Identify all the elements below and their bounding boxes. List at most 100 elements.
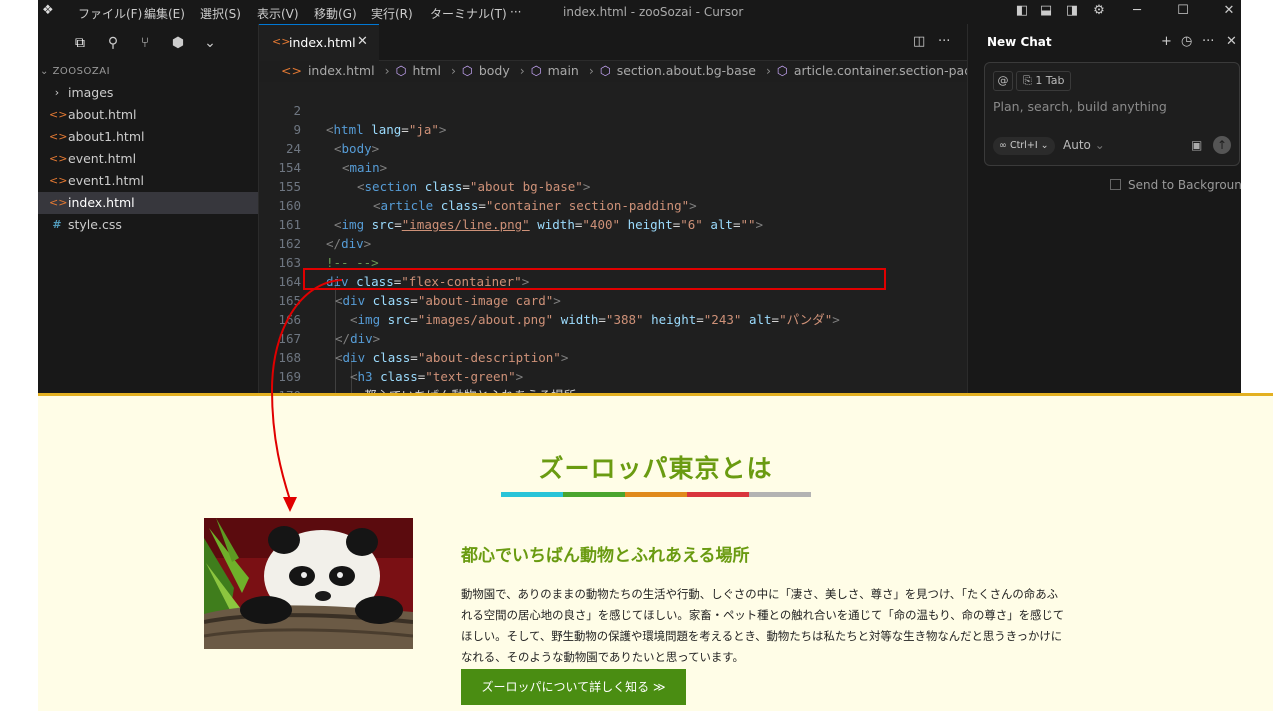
chat-header: New Chat + ◷ ··· ✕ — [968, 24, 1241, 60]
more-actions-icon[interactable]: ··· — [1202, 34, 1214, 49]
send-to-background-checkbox[interactable]: Send to Background — [1110, 178, 1241, 192]
code-line: 166 </div> — [278, 312, 381, 346]
more-actions-icon[interactable]: ··· — [938, 34, 950, 49]
menu-terminal[interactable]: ターミナル(T) — [430, 5, 507, 22]
description-line: なれる、そのような動物園でありたいと思っています。 — [461, 650, 744, 664]
breadcrumb: <> index.html › ⬡ html › ⬡ body › ⬡ main… — [259, 60, 967, 82]
html-file-icon: <> — [49, 196, 68, 209]
breadcrumb-item[interactable]: body — [479, 63, 510, 78]
explorer-root-folder[interactable]: ⌄ ZOOSOZAI — [40, 66, 110, 77]
toggle-panel-icon[interactable]: ⬓ — [1038, 3, 1054, 19]
history-icon[interactable]: ◷ — [1181, 34, 1192, 49]
minimize-icon[interactable]: ─ — [1129, 3, 1145, 19]
chevron-right-icon: › — [588, 63, 594, 78]
description-line: ほしい。そして、野生動物の保護や環境問題を考えるとき、動物たちは私たちと対等な生… — [461, 629, 1063, 643]
breadcrumb-item[interactable]: article.container.section-padding — [794, 63, 967, 78]
html-file-icon: <> — [49, 152, 68, 165]
title-bar: ❖ ファイル(F) 編集(E) 選択(S) 表示(V) 移動(G) 実行(R) … — [38, 0, 1241, 24]
element-cube-icon: ⬡ — [599, 63, 611, 78]
maximize-icon[interactable]: ☐ — [1175, 3, 1191, 19]
send-arrow-icon[interactable]: ↑ — [1213, 136, 1231, 154]
html-file-icon: <> — [49, 108, 68, 121]
menu-edit[interactable]: 編集(E) — [144, 5, 185, 22]
menu-view[interactable]: 表示(V) — [257, 5, 299, 22]
chevron-right-icon: › — [450, 63, 456, 78]
chevron-right-icon: › — [54, 86, 60, 99]
chevron-right-icon: › — [519, 63, 525, 78]
toggle-secondary-sidebar-icon[interactable]: ◨ — [1064, 3, 1080, 19]
rendered-webpage: ズーロッパ東京とは 都心でいちばん動物とふれあえる場所 動物園で、ありのままの動… — [38, 393, 1273, 711]
breadcrumb-item[interactable]: html — [412, 63, 440, 78]
tree-file-style-css[interactable]: # style.css — [38, 214, 258, 236]
source-control-icon[interactable]: ⑂ — [136, 34, 154, 52]
code-line: 167 <div class="about-description"> — [278, 331, 569, 365]
page-title: ズーロッパ東京とは — [538, 454, 773, 483]
chat-input[interactable]: Plan, search, build anything — [993, 99, 1229, 114]
code-line: 169 都心でいちばん動物とふれあえる場所 — [278, 369, 576, 395]
description-line: 動物園で、ありのままの動物たちの生活や行動、しぐさの中に「凄さ、美しさ、尊さ」を… — [461, 587, 1058, 601]
title-underline-segment — [625, 492, 687, 497]
menu-go[interactable]: 移動(G) — [314, 5, 357, 22]
chevron-right-icon: › — [765, 63, 771, 78]
title-underline-segment — [501, 492, 563, 497]
breadcrumb-item[interactable]: section.about.bg-base — [617, 63, 756, 78]
html-file-icon: <> — [49, 130, 68, 143]
tree-folder-images[interactable]: › images — [38, 82, 258, 104]
menu-file[interactable]: ファイル(F) — [78, 5, 142, 22]
description-paragraph: 動物園で、ありのままの動物たちの生活や行動、しぐさの中に「凄さ、美しさ、尊さ」を… — [461, 584, 1121, 668]
html-file-icon: <> — [49, 174, 68, 187]
context-tab-chip[interactable]: ⎘ 1 Tab — [1016, 71, 1072, 91]
css-file-icon: # — [52, 218, 62, 231]
code-line: 154 <section class="about bg-base"> — [278, 160, 591, 194]
description-line: れる空間の居心地の良さ」を感じてほしい。家畜・ペット種との触れ合いを通じて「命の… — [461, 608, 1065, 622]
extensions-icon[interactable]: ⬢ — [169, 34, 187, 52]
infinity-icon: ∞ — [999, 140, 1007, 151]
code-line: 2 <html lang="ja"> — [293, 103, 447, 137]
close-window-icon[interactable]: ✕ — [1221, 3, 1237, 19]
title-underline-segment — [687, 492, 749, 497]
tree-file-event-html[interactable]: <> event.html — [38, 148, 258, 170]
menu-run[interactable]: 実行(R) — [371, 5, 413, 22]
settings-gear-icon[interactable]: ⚙ — [1091, 3, 1107, 19]
file-icon: ⎘ — [1023, 74, 1032, 87]
tree-file-about-html[interactable]: <> about.html — [38, 104, 258, 126]
close-icon[interactable]: ✕ — [1226, 34, 1237, 49]
chevron-down-icon[interactable]: ⌄ — [201, 34, 219, 52]
chat-panel: New Chat + ◷ ··· ✕ @ ⎘ 1 Tab Plan, searc… — [967, 24, 1241, 395]
explorer-sidebar: ⧉ ⚲ ⑂ ⬢ ⌄ ⌄ ZOOSOZAI › images <> about.h… — [38, 24, 259, 395]
window-title: index.html - zooSozai - Cursor — [563, 5, 744, 19]
code-line: 155 <article class="container section-pa… — [278, 179, 697, 213]
menu-selection[interactable]: 選択(S) — [200, 5, 241, 22]
chevron-right-icon: › — [384, 63, 390, 78]
chat-composer[interactable]: @ ⎘ 1 Tab Plan, search, build anything ∞… — [984, 62, 1240, 166]
mode-selector[interactable]: ∞ Ctrl+I ⌄ — [993, 137, 1055, 155]
chat-tab-title[interactable]: New Chat — [987, 35, 1052, 49]
explorer-files-icon[interactable]: ⧉ — [71, 34, 89, 52]
image-attach-icon[interactable]: ▣ — [1191, 138, 1202, 152]
search-icon[interactable]: ⚲ — [104, 34, 122, 52]
tree-file-index-html[interactable]: <> index.html — [38, 192, 258, 214]
model-selector[interactable]: Auto ⌄ — [1063, 138, 1105, 152]
code-line: 168 <h3 class="text-green"> — [278, 350, 524, 384]
checkbox-icon — [1110, 179, 1121, 190]
toggle-sidebar-icon[interactable]: ◧ — [1014, 3, 1030, 19]
split-editor-icon[interactable]: ◫ — [913, 34, 925, 49]
plus-icon[interactable]: + — [1161, 34, 1172, 49]
breadcrumb-item[interactable]: index.html — [308, 63, 375, 78]
editor-tab-bar: <> index.html ✕ ◫ ··· — [259, 24, 967, 61]
mention-at-icon[interactable]: @ — [993, 71, 1013, 91]
element-cube-icon: ⬡ — [395, 63, 407, 78]
tree-file-about1-html[interactable]: <> about1.html — [38, 126, 258, 148]
learn-more-button[interactable]: ズーロッパについて詳しく知る ≫ — [461, 669, 686, 705]
element-cube-icon: ⬡ — [530, 63, 542, 78]
menu-more[interactable]: ··· — [510, 5, 521, 19]
tree-file-event1-html[interactable]: <> event1.html — [38, 170, 258, 192]
breadcrumb-item[interactable]: main — [548, 63, 579, 78]
close-tab-icon[interactable]: ✕ — [357, 34, 368, 49]
code-editor[interactable]: 2 <html lang="ja"> 9 <body> 24 <main> 15… — [259, 82, 967, 395]
code-line: 24 <main> — [285, 141, 388, 175]
tab-index-html[interactable]: <> index.html ✕ — [259, 24, 379, 61]
code-line: 162 !-- --> — [278, 236, 379, 270]
element-cube-icon: ⬡ — [461, 63, 473, 78]
element-cube-icon: ⬡ — [776, 63, 788, 78]
